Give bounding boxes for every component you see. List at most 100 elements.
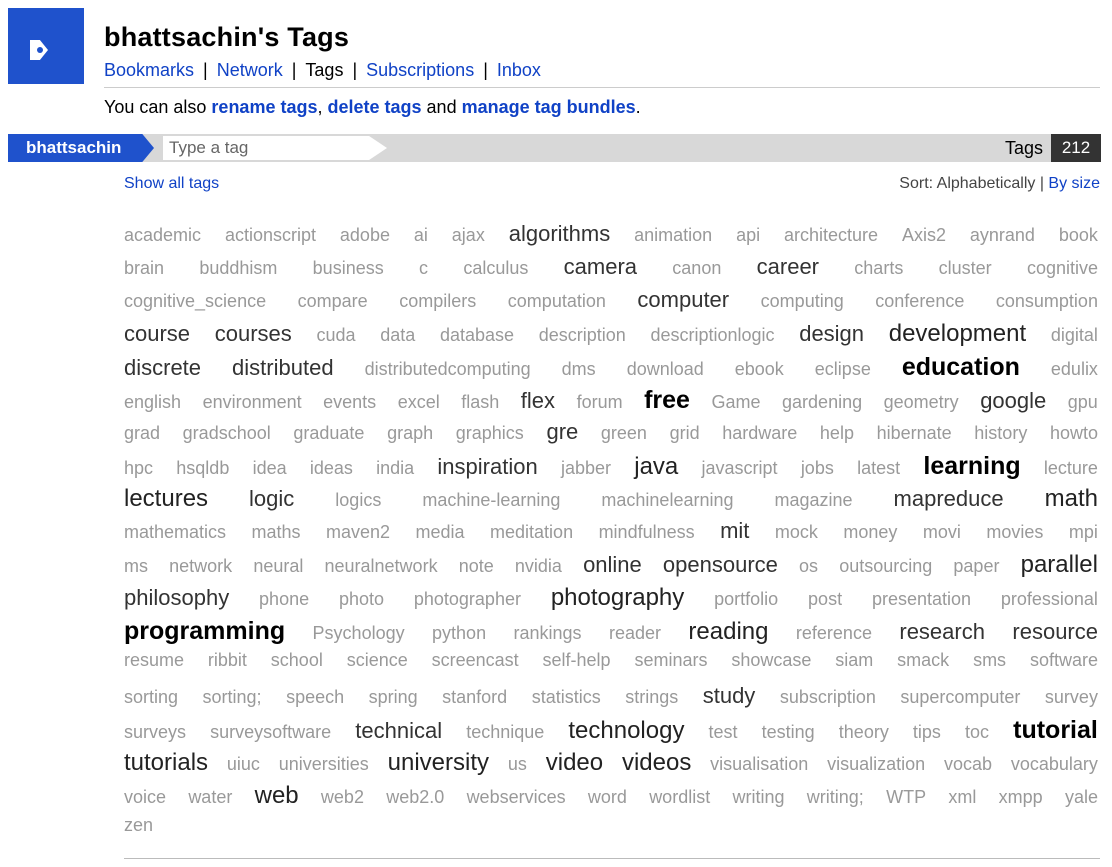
tag-link[interactable]: download — [627, 359, 704, 380]
tag-link[interactable]: hsqldb — [176, 458, 229, 479]
tag-link[interactable]: phone — [259, 589, 309, 610]
tag-link[interactable]: flex — [521, 388, 555, 414]
tag-link[interactable]: architecture — [784, 225, 878, 246]
tag-link[interactable]: Axis2 — [902, 225, 946, 246]
tag-link[interactable]: cognitive_science — [124, 291, 266, 312]
tag-link[interactable]: data — [380, 325, 415, 346]
tag-link[interactable]: showcase — [731, 650, 811, 671]
tag-link[interactable]: ai — [414, 225, 428, 246]
tag-link[interactable]: mit — [720, 518, 749, 544]
tag-link[interactable]: neural — [253, 556, 303, 577]
tag-link[interactable]: philosophy — [124, 585, 229, 611]
tag-link[interactable]: self-help — [543, 650, 611, 671]
tag-link[interactable]: flash — [461, 392, 499, 413]
tag-link[interactable]: xmpp — [999, 787, 1043, 808]
tag-link[interactable]: machine-learning — [422, 490, 560, 511]
tag-link[interactable]: reader — [609, 623, 661, 644]
tag-link[interactable]: mathematics — [124, 522, 226, 543]
tag-link[interactable]: surveysoftware — [210, 722, 331, 743]
tag-link[interactable]: uiuc — [227, 754, 260, 775]
tag-link[interactable]: brain — [124, 258, 164, 279]
tag-link[interactable]: paper — [953, 556, 999, 577]
tag-link[interactable]: us — [508, 754, 527, 775]
tag-link[interactable]: algorithms — [509, 221, 610, 247]
tag-link[interactable]: science — [347, 650, 408, 671]
tag-link[interactable]: logics — [335, 490, 381, 511]
tag-link[interactable]: mpi — [1069, 522, 1098, 543]
tag-link[interactable]: seminars — [634, 650, 707, 671]
tag-link[interactable]: opensource — [663, 552, 778, 578]
tag-link[interactable]: jobs — [801, 458, 834, 479]
tag-link[interactable]: calculus — [463, 258, 528, 279]
tag-link[interactable]: note — [459, 556, 494, 577]
tag-link[interactable]: vocab — [944, 754, 992, 775]
tag-link[interactable]: ms — [124, 556, 148, 577]
tag-link[interactable]: excel — [398, 392, 440, 413]
tag-link[interactable]: web2.0 — [386, 787, 444, 808]
tag-link[interactable]: portfolio — [714, 589, 778, 610]
tag-link[interactable]: graduate — [293, 423, 364, 444]
tag-link[interactable]: water — [188, 787, 232, 808]
tag-link[interactable]: yale — [1065, 787, 1098, 808]
tag-link[interactable]: geometry — [884, 392, 959, 413]
tag-link[interactable]: movi — [923, 522, 961, 543]
tag-link[interactable]: discrete — [124, 355, 201, 381]
tag-link[interactable]: test — [709, 722, 738, 743]
tag-link[interactable]: lectures — [124, 485, 208, 513]
tag-link[interactable]: cluster — [939, 258, 992, 279]
tag-link[interactable]: mindfulness — [599, 522, 695, 543]
tag-link[interactable]: survey — [1045, 687, 1098, 708]
tag-link[interactable]: dms — [562, 359, 596, 380]
tag-link[interactable]: nvidia — [515, 556, 562, 577]
tag-link[interactable]: surveys — [124, 722, 186, 743]
tag-link[interactable]: mock — [775, 522, 818, 543]
tag-link[interactable]: maven2 — [326, 522, 390, 543]
tag-link[interactable]: technique — [466, 722, 544, 743]
tag-link[interactable]: screencast — [432, 650, 519, 671]
tag-link[interactable]: india — [376, 458, 414, 479]
tag-link[interactable]: neuralnetwork — [325, 556, 438, 577]
tag-link[interactable]: c — [419, 258, 428, 279]
tag-link[interactable]: digital — [1051, 325, 1098, 346]
tag-link[interactable]: database — [440, 325, 514, 346]
tag-link[interactable]: aynrand — [970, 225, 1035, 246]
sort-alphabetically[interactable]: Sort: Alphabetically — [899, 175, 1035, 192]
tag-link[interactable]: movies — [986, 522, 1043, 543]
tag-link[interactable]: online — [583, 552, 642, 578]
tag-link[interactable]: siam — [835, 650, 873, 671]
tag-link[interactable]: inspiration — [437, 454, 537, 480]
tag-link[interactable]: development — [889, 320, 1026, 348]
tag-link[interactable]: api — [736, 225, 760, 246]
tag-link[interactable]: sorting — [124, 687, 178, 708]
nav-bookmarks[interactable]: Bookmarks — [104, 60, 194, 80]
tag-link[interactable]: events — [323, 392, 376, 413]
tag-link[interactable]: courses — [215, 321, 292, 347]
tag-link[interactable]: free — [644, 386, 690, 415]
tag-link[interactable]: cuda — [316, 325, 355, 346]
nav-network[interactable]: Network — [217, 60, 283, 80]
tag-link[interactable]: edulix — [1051, 359, 1098, 380]
tag-link[interactable]: web2 — [321, 787, 364, 808]
tag-link[interactable]: theory — [839, 722, 889, 743]
user-breadcrumb[interactable]: bhattsachin — [8, 134, 154, 162]
tag-link[interactable]: word — [588, 787, 627, 808]
tag-link[interactable]: study — [703, 683, 756, 709]
tag-link[interactable]: os — [799, 556, 818, 577]
tag-link[interactable]: writing — [732, 787, 784, 808]
tag-link[interactable]: xml — [948, 787, 976, 808]
tag-link[interactable]: post — [808, 589, 842, 610]
tag-link[interactable]: help — [820, 423, 854, 444]
tag-link[interactable]: description — [539, 325, 626, 346]
tag-link[interactable]: visualization — [827, 754, 925, 775]
tag-link[interactable]: mapreduce — [894, 486, 1004, 512]
tag-link[interactable]: photo — [339, 589, 384, 610]
tag-link[interactable]: zen — [124, 815, 153, 836]
tag-link[interactable]: hibernate — [877, 423, 952, 444]
tag-link[interactable]: learning — [923, 452, 1020, 481]
tag-link[interactable]: book — [1059, 225, 1098, 246]
tag-link[interactable]: visualisation — [710, 754, 808, 775]
tag-link[interactable]: speech — [286, 687, 344, 708]
tag-link[interactable]: distributedcomputing — [365, 359, 531, 380]
tag-link[interactable]: google — [980, 388, 1046, 414]
tag-link[interactable]: voice — [124, 787, 166, 808]
